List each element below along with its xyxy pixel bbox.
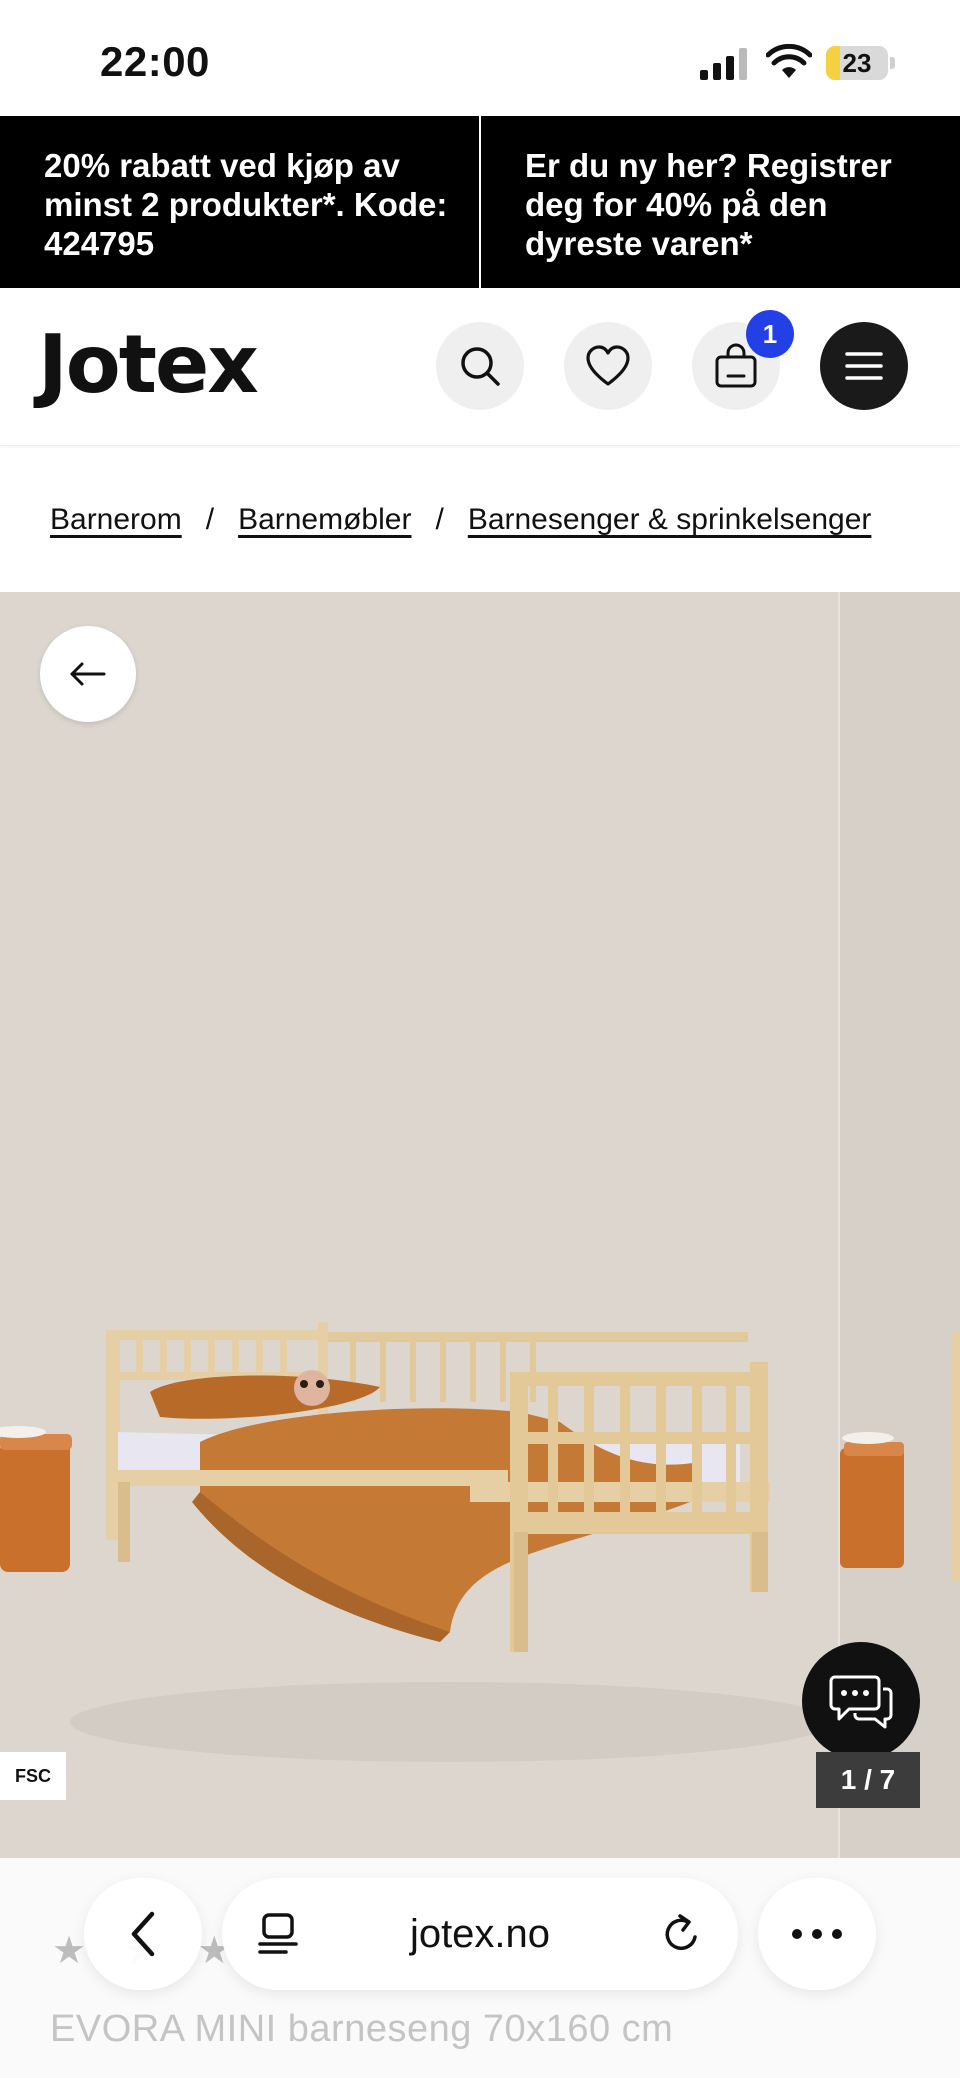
chat-icon [829,1675,893,1729]
browser-address-bar[interactable]: jotex.no [222,1878,738,1990]
breadcrumb-separator: / [435,503,444,536]
tabs-icon [258,1913,298,1954]
arrow-left-icon [70,662,106,686]
image-counter: 1 / 7 [816,1752,920,1808]
jotex-logo[interactable]: Jotex [38,318,259,411]
fsc-badge: FSC [0,1752,66,1800]
breadcrumb-item-barnemobler[interactable]: Barnemøbler [238,503,411,537]
promo-discount[interactable]: 20% rabatt ved kjøp av minst 2 produkter… [0,116,479,288]
product-summary: ★ ★ ★ EVORA MINI barneseng 70x160 cm jot… [0,1858,960,2078]
signal-icon [700,48,747,80]
gallery-back-button[interactable] [40,626,136,722]
more-icon [792,1929,842,1939]
battery-icon: 23 [826,46,896,80]
breadcrumb-separator: / [205,503,215,536]
browser-back-button[interactable] [84,1878,202,1990]
wishlist-button[interactable] [564,322,652,410]
browser-url[interactable]: jotex.no [410,1912,550,1957]
status-time: 22:00 [100,38,210,85]
product-title: EVORA MINI barneseng 70x160 cm [50,2008,674,2050]
search-icon [461,347,500,386]
chevron-left-icon [131,1911,155,1957]
cart-count-badge: 1 [746,310,794,358]
battery-level: 23 [842,48,872,78]
product-image-gallery[interactable]: FSC 1 / 7 [0,592,960,1858]
menu-icon [845,352,883,380]
menu-button[interactable] [820,322,908,410]
chat-button[interactable] [802,1642,920,1760]
breadcrumb-item-barnesenger[interactable]: Barnesenger & sprinkelsenger [468,503,872,537]
breadcrumb-item-barnerom[interactable]: Barnerom [50,503,182,537]
wifi-icon [766,44,812,78]
status-bar: 22:00 23 [0,0,960,116]
heart-icon [586,345,630,386]
search-button[interactable] [436,322,524,410]
browser-more-button[interactable] [758,1878,876,1990]
promo-register[interactable]: Er du ny her? Registrer deg for 40% på d… [481,116,960,288]
site-header: Jotex 1 [0,288,960,446]
breadcrumb: Barnerom / Barnemøbler / Barnesenger & s… [0,448,960,592]
reload-icon[interactable] [662,1913,702,1955]
promo-banner: 20% rabatt ved kjøp av minst 2 produkter… [0,116,960,288]
